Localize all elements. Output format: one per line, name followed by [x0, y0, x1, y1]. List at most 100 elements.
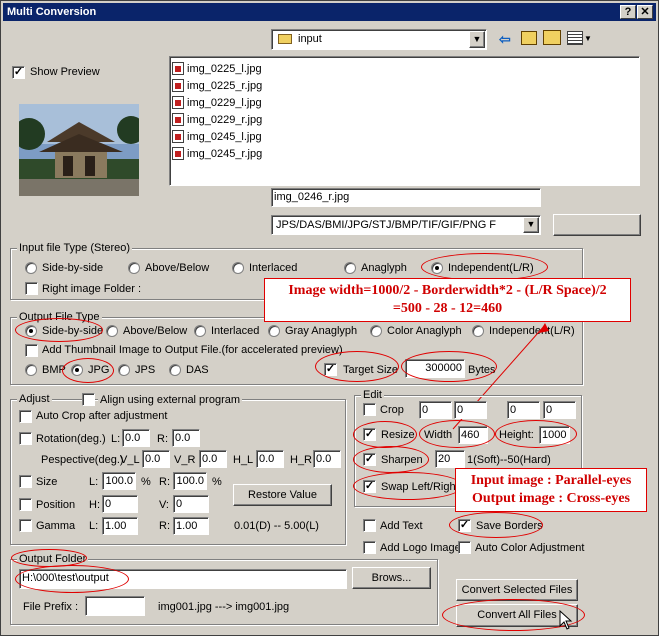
gamma-checkbox[interactable] — [19, 519, 32, 532]
annotation-ellipse — [495, 420, 577, 448]
list-item[interactable]: img_0225_r.jpg — [172, 77, 637, 94]
browse-button[interactable]: Brows... — [352, 567, 431, 589]
crop-label: Crop — [380, 404, 404, 416]
file-list[interactable]: img_0225_l.jpg img_0225_r.jpg img_0229_l… — [169, 56, 640, 186]
auto-crop-checkbox[interactable] — [19, 410, 32, 423]
hl-label: H_L — [233, 454, 254, 466]
position-h-label: H: — [89, 499, 100, 511]
crop-right-input[interactable]: 0 — [507, 401, 540, 419]
input-type-title: Input file Type (Stereo) — [17, 242, 133, 254]
multi-conversion-window: Multi Conversion ? ✕ input ▼ ⇦ ▼ ✓ Show … — [0, 0, 659, 636]
help-button[interactable]: ? — [620, 5, 636, 19]
combo-arrow-icon[interactable]: ▼ — [523, 217, 539, 233]
annotation-ellipse — [15, 318, 103, 342]
annotation-ellipse — [62, 358, 114, 383]
show-preview-checkbox[interactable]: ✓ — [12, 66, 25, 79]
vr-label: V_R — [174, 454, 196, 466]
folder-up-icon[interactable] — [521, 31, 537, 45]
perspective-label: Pespective(deg.) — [41, 454, 124, 466]
crop-left-input[interactable]: 0 — [419, 401, 452, 419]
input-interlaced-radio[interactable] — [232, 262, 244, 274]
file-prefix-label: File Prefix : — [23, 601, 79, 613]
auto-color-checkbox[interactable] — [458, 541, 471, 554]
thumbnail-label: Add Thumbnail Image to Output File.(for … — [42, 344, 343, 356]
filename-input[interactable]: img_0246_r.jpg — [271, 188, 541, 207]
position-checkbox[interactable] — [19, 498, 32, 511]
gamma-l-input[interactable]: 1.00 — [102, 517, 138, 535]
thumbnail-checkbox[interactable] — [25, 344, 38, 357]
image-file-icon — [172, 79, 184, 92]
folder-icon — [278, 34, 292, 44]
size-checkbox[interactable] — [19, 475, 32, 488]
right-folder-checkbox[interactable] — [25, 282, 38, 295]
image-file-icon — [172, 62, 184, 75]
size-r-input[interactable]: 100.0 — [173, 472, 207, 490]
sharpen-input[interactable]: 20 — [435, 450, 465, 468]
size-l-input[interactable]: 100.0 — [102, 472, 136, 490]
format-bmp-radio[interactable] — [25, 364, 37, 376]
title-bar[interactable]: Multi Conversion ? ✕ — [3, 3, 656, 21]
size-r-unit: % — [212, 476, 222, 488]
input-above-below-radio[interactable] — [128, 262, 140, 274]
output-above-below-radio[interactable] — [106, 325, 118, 337]
rotation-l-input[interactable]: 0.0 — [122, 429, 150, 447]
file-prefix-input[interactable] — [85, 596, 145, 616]
list-item[interactable]: img_0229_l.jpg — [172, 94, 637, 111]
vl-label: V_L — [120, 454, 140, 466]
hl-input[interactable]: 0.0 — [256, 450, 284, 468]
input-anaglyph-radio[interactable] — [344, 262, 356, 274]
back-arrow-icon[interactable]: ⇦ — [499, 32, 513, 46]
crop-top-input[interactable]: 0 — [454, 401, 487, 419]
convert-selected-button[interactable]: Convert Selected Files — [456, 579, 578, 601]
position-h-input[interactable]: 0 — [102, 495, 138, 513]
image-file-icon — [172, 113, 184, 126]
auto-crop-label: Auto Crop after adjustment — [36, 410, 168, 422]
file-type-filter-combo[interactable]: JPS/DAS/BMI/JPG/STJ/BMP/TIF/GIF/PNG F ▼ — [271, 215, 541, 235]
list-item[interactable]: img_0229_r.jpg — [172, 111, 637, 128]
size-label: Size — [36, 476, 58, 488]
output-gray-anaglyph-radio[interactable] — [268, 325, 280, 337]
hr-input[interactable]: 0.0 — [313, 450, 341, 468]
gamma-r-input[interactable]: 1.00 — [173, 517, 209, 535]
external-align-checkbox[interactable] — [82, 393, 95, 406]
external-align-label: Align using external program — [98, 394, 243, 406]
add-text-checkbox[interactable] — [363, 519, 376, 532]
mouse-cursor-icon — [559, 610, 573, 630]
output-interlaced-radio[interactable] — [194, 325, 206, 337]
sharpen-hint-label: 1(Soft)--50(Hard) — [467, 454, 551, 466]
format-jps-label: JPS — [135, 364, 156, 376]
gamma-l-label: L: — [89, 520, 99, 532]
input-side-by-side-radio[interactable] — [25, 262, 37, 274]
crop-bottom-input[interactable]: 0 — [543, 401, 576, 419]
output-color-anaglyph-radio[interactable] — [370, 325, 382, 337]
list-item[interactable]: img_0245_l.jpg — [172, 128, 637, 145]
rotation-l-label: L: — [111, 433, 121, 445]
eyes-annotation: Input image : Parallel-eyes Output image… — [455, 468, 647, 512]
position-label: Position — [36, 499, 76, 511]
format-jps-radio[interactable] — [118, 364, 130, 376]
list-item[interactable]: img_0245_r.jpg — [172, 145, 637, 162]
vr-input[interactable]: 0.0 — [199, 450, 227, 468]
rotation-checkbox[interactable] — [19, 432, 32, 445]
annotation-ellipse — [353, 421, 417, 448]
position-v-input[interactable]: 0 — [173, 495, 209, 513]
close-button[interactable]: ✕ — [637, 5, 653, 19]
size-l-unit: % — [141, 476, 151, 488]
blank-button[interactable] — [553, 214, 641, 236]
new-folder-icon[interactable] — [543, 30, 561, 45]
add-logo-checkbox[interactable] — [363, 541, 376, 554]
rotation-r-input[interactable]: 0.0 — [172, 429, 200, 447]
folder-combo[interactable]: input ▼ — [271, 29, 487, 50]
vl-input[interactable]: 0.0 — [142, 450, 170, 468]
output-above-below-label: Above/Below — [123, 325, 188, 337]
view-dropdown-icon[interactable]: ▼ — [584, 34, 592, 43]
view-menu-icon[interactable] — [567, 31, 583, 45]
combo-arrow-icon[interactable]: ▼ — [469, 31, 485, 48]
format-das-radio[interactable] — [169, 364, 181, 376]
annotation-ellipse — [421, 253, 548, 281]
input-side-by-side-label: Side-by-side — [42, 262, 104, 274]
gamma-r-label: R: — [159, 520, 170, 532]
restore-value-button[interactable]: Restore Value — [233, 484, 332, 506]
list-item[interactable]: img_0225_l.jpg — [172, 60, 637, 77]
crop-checkbox[interactable] — [363, 403, 376, 416]
